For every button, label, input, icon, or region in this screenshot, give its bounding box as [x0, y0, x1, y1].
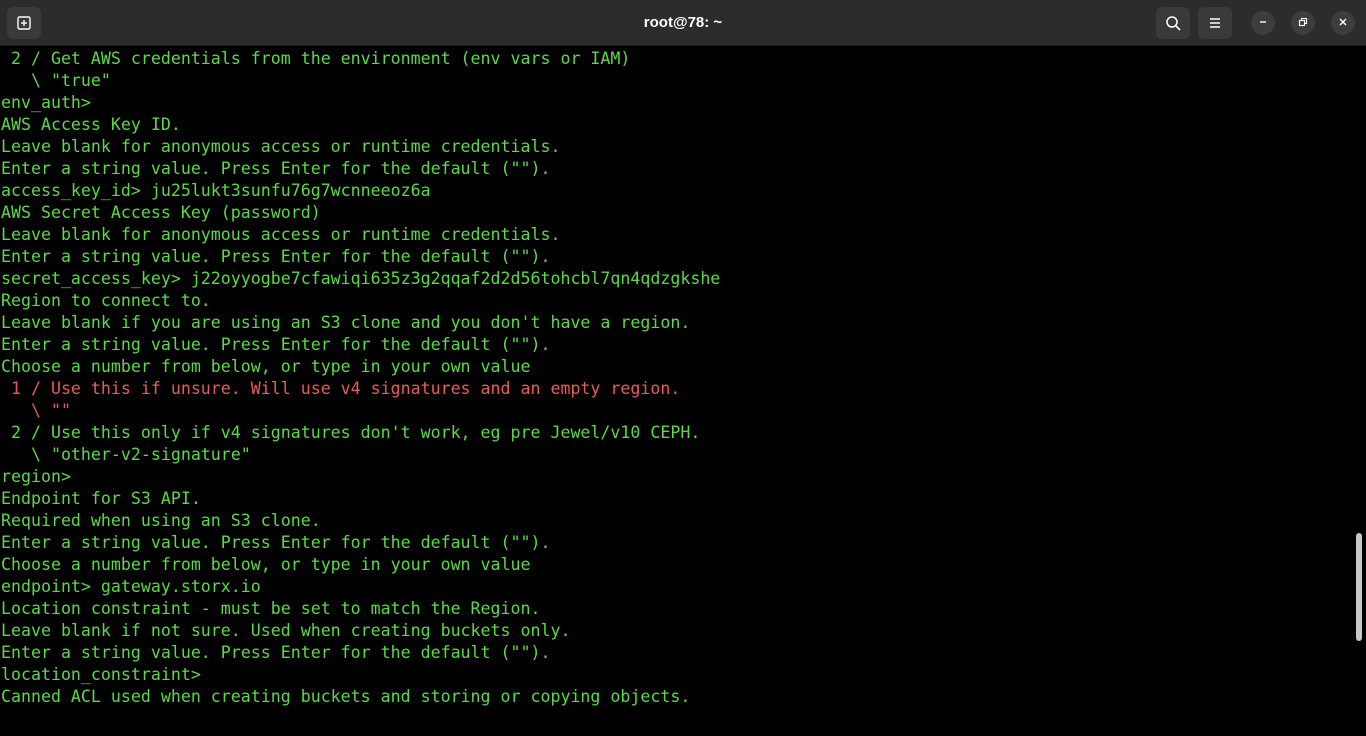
terminal-line: Canned ACL used when creating buckets an… [1, 687, 691, 706]
scrollbar[interactable] [1354, 48, 1364, 736]
header-bar: root@78: ~ [0, 0, 1366, 46]
terminal-line: Leave blank if you are using an S3 clone… [1, 313, 691, 332]
terminal-line: \ "" [1, 401, 71, 420]
terminal-line: AWS Secret Access Key (password) [1, 203, 321, 222]
new-tab-button[interactable] [7, 7, 41, 39]
maximize-button[interactable] [1291, 11, 1315, 35]
terminal-line: Leave blank if not sure. Used when creat… [1, 621, 571, 640]
minimize-icon [1258, 14, 1268, 32]
terminal-line: Enter a string value. Press Enter for th… [1, 643, 551, 662]
terminal-line: access_key_id> ju25lukt3sunfu76g7wcnneeo… [1, 181, 431, 200]
minimize-button[interactable] [1251, 11, 1275, 35]
terminal-line: 2 / Get AWS credentials from the environ… [1, 49, 631, 68]
terminal-line: Location constraint - must be set to mat… [1, 599, 541, 618]
terminal-line: Endpoint for S3 API. [1, 489, 201, 508]
menu-button[interactable] [1198, 7, 1232, 39]
terminal-line: secret_access_key> j22oyyogbe7cfawiqi635… [1, 269, 721, 288]
terminal-window: root@78: ~ 2 / Get AWS credentials from … [0, 0, 1366, 736]
terminal-line: Choose a number from below, or type in y… [1, 555, 531, 574]
close-icon [1338, 14, 1348, 32]
terminal-line: AWS Access Key ID. [1, 115, 181, 134]
terminal-line: Region to connect to. [1, 291, 211, 310]
terminal-line: Required when using an S3 clone. [1, 511, 321, 530]
terminal-line: \ "other-v2-signature" [1, 445, 251, 464]
terminal-line: 2 / Use this only if v4 signatures don't… [1, 423, 701, 442]
terminal-output[interactable]: 2 / Get AWS credentials from the environ… [0, 48, 1352, 736]
new-tab-icon [16, 15, 32, 31]
terminal-line: env_auth> [1, 93, 91, 112]
terminal-line: Enter a string value. Press Enter for th… [1, 533, 551, 552]
scrollbar-thumb[interactable] [1356, 533, 1362, 641]
search-icon [1165, 15, 1181, 31]
terminal-line: region> [1, 467, 71, 486]
terminal-line: endpoint> gateway.storx.io [1, 577, 261, 596]
terminal-line: Enter a string value. Press Enter for th… [1, 335, 551, 354]
maximize-icon [1298, 14, 1308, 32]
terminal-line: location_constraint> [1, 665, 201, 684]
terminal-line: Leave blank for anonymous access or runt… [1, 137, 561, 156]
terminal-line: Enter a string value. Press Enter for th… [1, 247, 551, 266]
terminal-line: Choose a number from below, or type in y… [1, 357, 531, 376]
terminal-line: 1 / Use this if unsure. Will use v4 sign… [1, 379, 681, 398]
terminal-line: \ "true" [1, 71, 111, 90]
terminal-line: Enter a string value. Press Enter for th… [1, 159, 551, 178]
terminal-line: Leave blank for anonymous access or runt… [1, 225, 561, 244]
search-button[interactable] [1156, 7, 1190, 39]
close-button[interactable] [1331, 11, 1355, 35]
hamburger-menu-icon [1207, 15, 1223, 31]
